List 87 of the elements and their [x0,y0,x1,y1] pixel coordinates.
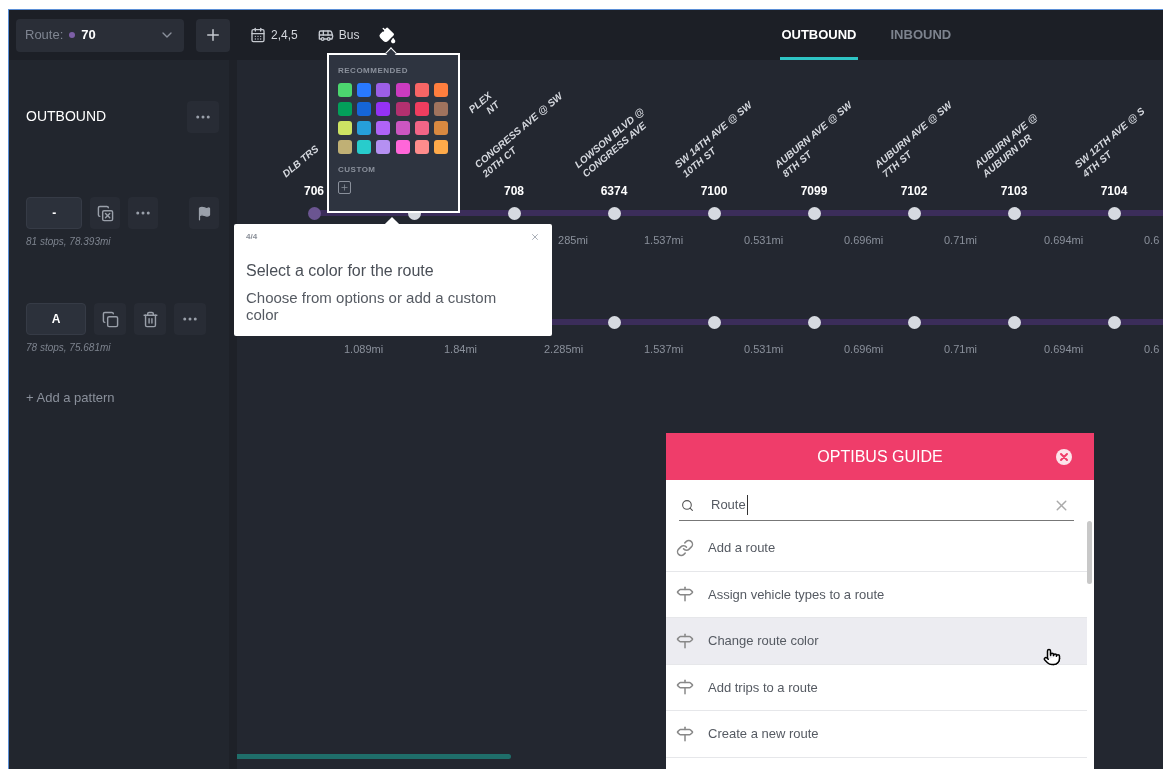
pattern-summary: 81 stops, 78.393mi [26,235,112,249]
segment-distance: 0.531mi [744,341,784,357]
color-swatch[interactable] [376,140,391,154]
segment-distance: 0.531mi [744,232,784,248]
pattern-summary: 78 stops, 75.681mi [26,341,112,355]
color-swatch[interactable] [357,102,372,116]
segment-distance: 0.694mi [1044,232,1084,248]
vehicle-type[interactable]: Bus [338,26,360,44]
route-select[interactable]: Route: 70 [16,18,184,52]
segment-distance: 0.696mi [844,232,884,248]
color-swatch[interactable] [338,121,352,135]
paint-bucket-icon[interactable] [379,26,397,44]
tooltip-title: Select a color for the route [246,261,435,281]
tooltip-body: Choose from options or add a custom color [246,289,498,323]
close-icon[interactable] [1056,449,1072,465]
signpost-icon [676,724,694,743]
color-swatch[interactable] [414,121,429,135]
signpost-icon [676,631,694,650]
stop-code: 708 [504,183,524,200]
signpost-icon [676,585,694,604]
trash-icon[interactable] [134,303,166,335]
stop-code: 7104 [1100,183,1128,200]
color-swatch[interactable] [376,121,391,135]
link-icon [676,538,694,557]
segment-distance: 0.6 [1144,232,1160,248]
color-swatch[interactable] [357,83,372,97]
guide-search-field[interactable]: Route [679,490,1074,521]
segment-distance: 0.696mi [844,341,884,357]
custom-title: CUSTOM [338,164,377,176]
color-swatch[interactable] [414,102,429,116]
search-icon [681,498,694,512]
service-days[interactable]: 2,4,5 [271,26,298,44]
color-swatch[interactable] [357,140,372,154]
color-swatch[interactable] [433,121,448,135]
add-pattern-link[interactable]: + Add a pattern [26,388,219,408]
stop-code: 7102 [900,183,928,200]
direction-tab[interactable]: INBOUND [889,10,953,60]
segment-distance: 0.71mi [944,232,978,248]
color-swatch[interactable] [414,140,429,154]
signpost-icon [676,678,694,697]
direction-title: OUTBOUND [26,107,107,126]
segment-distance: 285mi [558,232,588,248]
scrollbar-thumb[interactable] [1087,521,1092,584]
segment-distance: 1.089mi [344,341,384,357]
color-swatch[interactable] [338,102,352,116]
color-swatch[interactable] [414,83,429,97]
color-swatch[interactable] [433,140,448,154]
segment-distance: 1.84mi [444,341,478,357]
pattern-name-button[interactable]: - [26,197,83,229]
color-swatch[interactable] [395,83,410,97]
color-swatch[interactable] [433,83,448,97]
copy-x-icon[interactable] [90,197,121,229]
color-swatch[interactable] [395,102,410,116]
bus-icon [317,27,334,43]
color-swatch[interactable] [338,83,352,97]
color-swatch[interactable] [357,121,372,135]
segment-distance: 1.537mi [644,341,684,357]
color-swatch[interactable] [338,140,352,154]
color-swatch[interactable] [395,121,410,135]
segment-distance: 0.71mi [944,341,978,357]
add-button[interactable] [196,18,230,52]
horizontal-scrollbar[interactable] [237,754,511,759]
plus-icon [204,26,222,44]
color-swatch[interactable] [376,83,391,97]
stop-code: 7099 [800,183,828,200]
plus-icon [340,183,349,192]
stop-code: 7103 [1000,183,1028,200]
color-swatch[interactable] [433,102,448,116]
segment-distance: 0.694mi [1044,341,1084,357]
guide-title: OPTIBUS GUIDE [817,446,943,467]
stop-code: 6374 [600,183,628,200]
color-swatch[interactable] [395,140,410,154]
copy-icon[interactable] [94,303,126,335]
hand-pointer-icon [1043,648,1061,666]
color-swatch[interactable] [376,102,391,116]
step-counter: 4/4 [246,231,258,243]
guide-item[interactable]: Change route color [666,618,1087,665]
pattern-name-button[interactable]: A [26,303,86,335]
calendar-icon [250,27,266,43]
add-custom-color-button[interactable] [338,181,351,194]
segment-distance: 0.6 [1144,341,1160,357]
recommended-title: RECOMMENDED [338,65,409,77]
stop-code: 706 [304,183,324,200]
stop-code: 7100 [700,183,728,200]
flag-icon[interactable] [189,197,219,229]
segment-distance: 2.285mi [544,341,584,357]
segment-distance: 1.537mi [644,232,684,248]
